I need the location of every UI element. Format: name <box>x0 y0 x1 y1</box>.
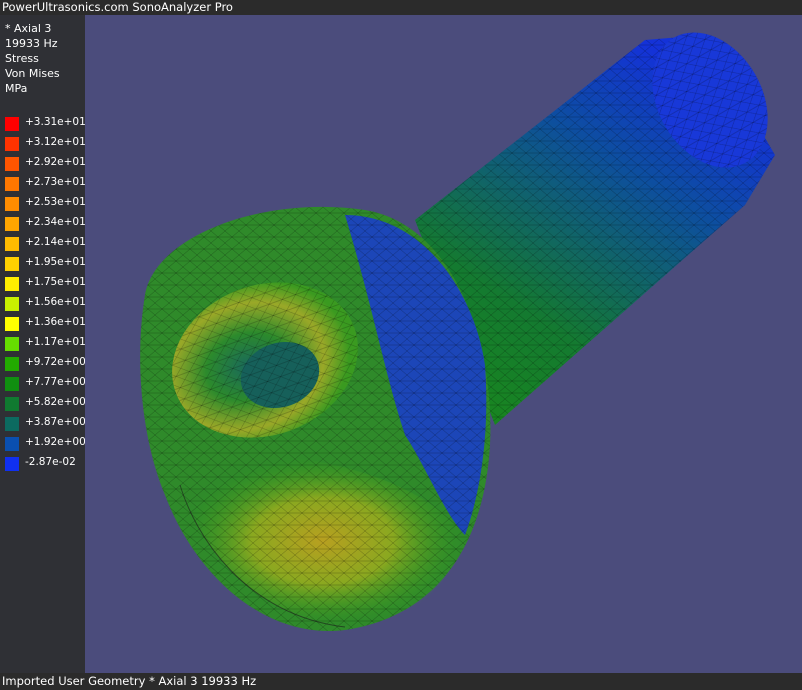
legend-label: +1.75e+01 <box>25 276 86 288</box>
window-title-bar: PowerUltrasonics.com SonoAnalyzer Pro <box>0 0 802 15</box>
status-text: Imported User Geometry * Axial 3 19933 H… <box>2 674 257 688</box>
result-quantity: Stress <box>5 52 39 65</box>
legend-label: +1.56e+01 <box>25 296 86 308</box>
legend-label: +2.14e+01 <box>25 236 86 248</box>
legend-label: -2.87e-02 <box>25 456 76 468</box>
legend-label: +1.17e+01 <box>25 336 86 348</box>
legend-swatch <box>5 337 19 351</box>
legend-label: +2.34e+01 <box>25 216 86 228</box>
window-title: PowerUltrasonics.com SonoAnalyzer Pro <box>2 0 233 14</box>
legend-swatch <box>5 257 19 271</box>
legend-swatch <box>5 237 19 251</box>
horn-body <box>140 206 491 632</box>
legend-swatch <box>5 437 19 451</box>
legend-swatch <box>5 277 19 291</box>
legend-swatch <box>5 457 19 471</box>
legend-label: +3.87e+00 <box>25 416 86 428</box>
legend-swatch <box>5 357 19 371</box>
result-component: Von Mises <box>5 67 60 80</box>
fea-model-render[interactable] <box>85 15 802 673</box>
mode-name: * Axial 3 <box>5 22 52 35</box>
legend-label: +2.53e+01 <box>25 196 86 208</box>
result-unit: MPa <box>5 82 28 95</box>
result-info: * Axial 3 19933 Hz Stress Von Mises MPa <box>5 21 60 96</box>
legend-swatch <box>5 417 19 431</box>
status-bar: Imported User Geometry * Axial 3 19933 H… <box>0 673 802 690</box>
legend-label: +1.36e+01 <box>25 316 86 328</box>
mode-frequency: 19933 Hz <box>5 37 58 50</box>
legend-label: +3.31e+01 <box>25 116 86 128</box>
legend-label: +9.72e+00 <box>25 356 86 368</box>
legend-label: +5.82e+00 <box>25 396 86 408</box>
legend-label: +1.95e+01 <box>25 256 86 268</box>
model-viewport[interactable] <box>85 15 802 673</box>
legend-label: +7.77e+00 <box>25 376 86 388</box>
legend-swatch <box>5 397 19 411</box>
legend-swatch <box>5 317 19 331</box>
legend-label: +1.92e+00 <box>25 436 86 448</box>
results-sidebar: * Axial 3 19933 Hz Stress Von Mises MPa … <box>0 15 86 673</box>
legend-label: +2.92e+01 <box>25 156 86 168</box>
legend-label: +2.73e+01 <box>25 176 86 188</box>
legend-swatch <box>5 377 19 391</box>
legend-swatch <box>5 197 19 211</box>
legend-swatch <box>5 117 19 131</box>
legend-swatch <box>5 177 19 191</box>
legend-swatch <box>5 137 19 151</box>
legend-swatch <box>5 297 19 311</box>
legend-swatch <box>5 157 19 171</box>
legend-label: +3.12e+01 <box>25 136 86 148</box>
legend-swatch <box>5 217 19 231</box>
